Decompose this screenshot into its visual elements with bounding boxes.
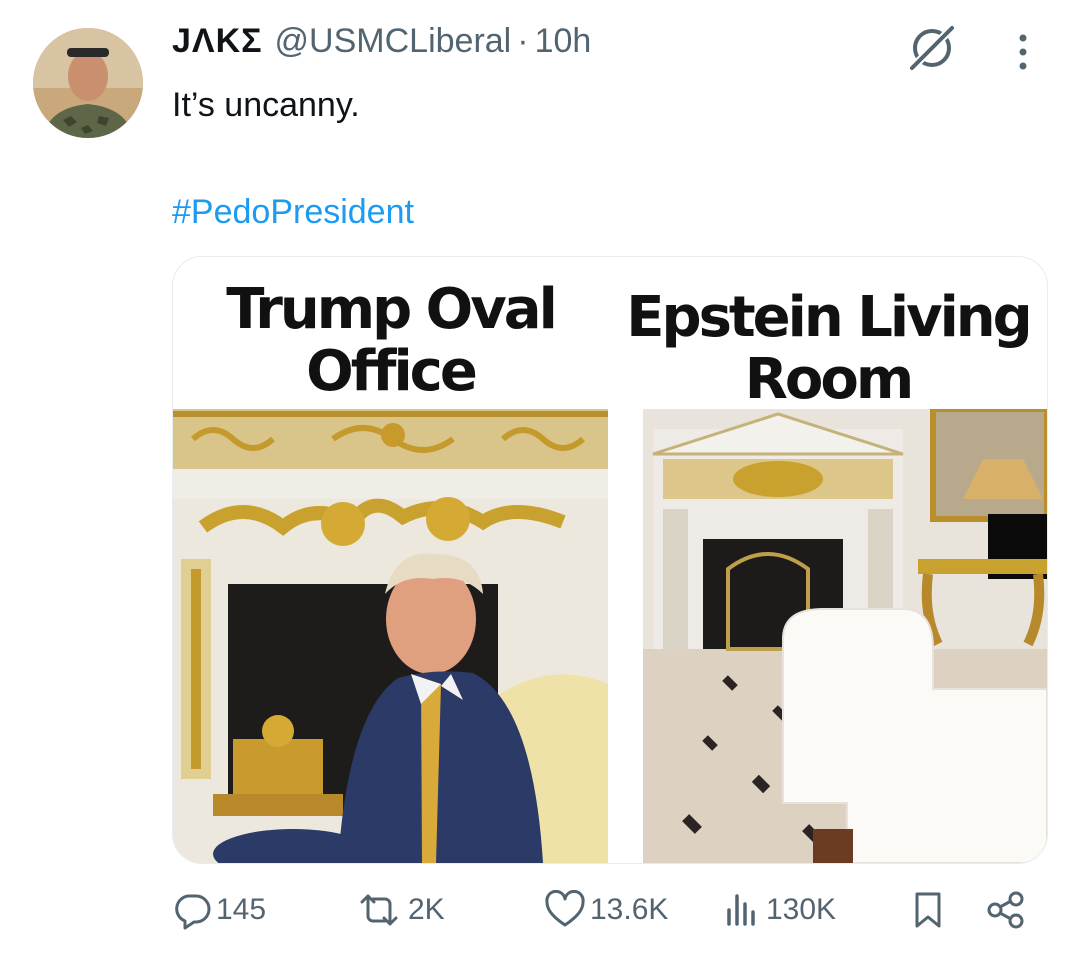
timestamp[interactable]: 10h [535,22,592,61]
views-icon [727,894,755,926]
oval-office-photo [173,409,608,863]
meme-title-left: Trump Oval Office [173,279,608,403]
share-icon [987,891,1024,929]
action-bar: 145 2K 13.6K 130K [172,880,1032,940]
share-button[interactable] [984,880,1028,940]
bookmark-icon [915,892,941,928]
avatar[interactable] [33,28,143,138]
avatar-image [33,28,143,138]
media-image[interactable]: Trump Oval Office Epstein Living Room [172,256,1048,864]
meme-title-right-line1: Epstein Living [626,285,1033,350]
like-count: 13.6K [590,893,669,926]
bookmark-button[interactable] [910,880,946,940]
tweet-text: It’s uncanny. [172,86,360,124]
views-button[interactable]: 130K [722,880,836,940]
repost-button[interactable]: 2K [354,880,445,940]
display-name[interactable]: JΛKΣ [172,22,263,61]
grok-icon[interactable] [904,22,960,74]
like-button[interactable]: 13.6K [544,880,668,940]
reply-icon [175,894,211,930]
user-handle[interactable]: @USMCLiberal [275,22,512,61]
meme-title-right: Epstein Living Room [613,287,1043,411]
views-count: 130K [766,893,837,926]
more-icon[interactable] [1008,30,1038,74]
living-room-photo [643,409,1047,863]
meme-title-left-line1: Trump Oval [226,277,558,342]
repost-icon [360,894,398,926]
reply-count: 145 [216,893,267,926]
hashtag-link[interactable]: #PedoPresident [172,193,414,232]
meme-title-right-line2: Room [744,347,914,412]
tweet-header: JΛKΣ @USMCLiberal · 10h [172,22,591,72]
separator-dot: · [517,22,529,60]
meme-title-left-line2: Office [306,339,478,404]
repost-count: 2K [408,893,445,926]
like-icon [545,890,585,927]
reply-button[interactable]: 145 [172,880,266,940]
